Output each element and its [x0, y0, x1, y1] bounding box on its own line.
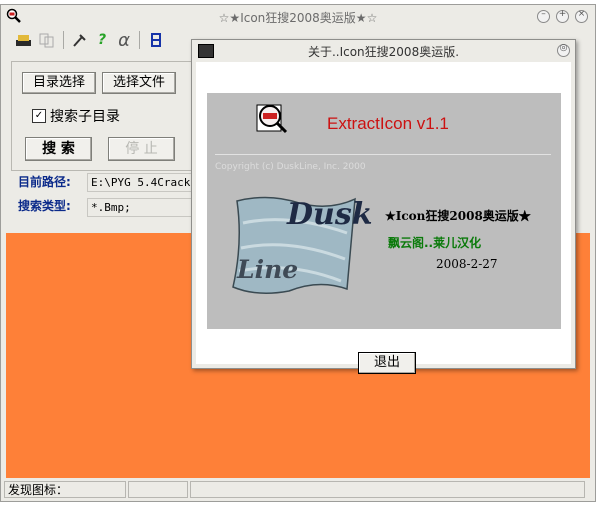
include-subdirs-checkbox[interactable]: ✓	[32, 109, 46, 123]
close-icon[interactable]: ×	[575, 9, 588, 23]
status-bar: 发现图标：	[1, 479, 595, 501]
duskline-logo: Dusk Line	[229, 193, 373, 300]
copyright-text: Copyright (c) DuskLine, Inc. 2000	[215, 162, 366, 172]
logo-word-dusk: Dusk	[287, 197, 373, 232]
about-dialog-title: 关于..Icon狂搜2008奥运版.	[307, 45, 460, 59]
search-type-field[interactable]: *.Bmp;	[87, 198, 193, 217]
main-titlebar[interactable]: ☆★Icon狂搜2008奥运版★☆ – + ×	[1, 5, 595, 27]
current-path-field[interactable]: E:\PYG 5.4Cracker	[87, 173, 193, 192]
copy-icon[interactable]	[38, 31, 56, 49]
maximize-icon[interactable]: +	[556, 9, 569, 23]
banner-divider	[215, 154, 551, 155]
exit-button[interactable]: 退出	[358, 352, 416, 374]
open-icon[interactable]	[15, 31, 33, 49]
about-banner: ExtractIcon v1.1 Copyright (c) DuskLine,…	[207, 93, 561, 329]
release-date: 2008-2-27	[436, 257, 498, 271]
about-dialog: 关于..Icon狂搜2008奥运版. ◎ ExtractIcon v1.1 Co…	[191, 39, 576, 374]
main-window-title: ☆★Icon狂搜2008奥运版★☆	[218, 11, 378, 25]
minimize-icon[interactable]: –	[537, 9, 550, 23]
about-dialog-titlebar[interactable]: 关于..Icon狂搜2008奥运版. ◎	[192, 40, 575, 60]
search-type-label: 搜索类型:	[18, 199, 71, 213]
toolbar-separator	[63, 31, 64, 49]
select-file-button[interactable]: 选择文件	[102, 72, 176, 94]
status-count	[128, 481, 188, 498]
toolbar-separator	[139, 31, 140, 49]
search-button[interactable]: 搜 索	[25, 137, 92, 161]
status-extra	[190, 481, 585, 498]
dialog-close-icon[interactable]: ◎	[557, 43, 570, 57]
select-dir-button[interactable]: 目录选择	[22, 72, 96, 94]
search-options-panel: 目录选择 选择文件 ✓ 搜索子目录 搜 索 停 止	[11, 61, 193, 171]
include-subdirs-label: 搜索子目录	[50, 109, 120, 125]
logo-word-line: Line	[237, 255, 299, 284]
app-name: ExtractIcon v1.1	[327, 114, 449, 133]
stop-button[interactable]: 停 止	[108, 137, 175, 161]
main-toolbar: ? α	[5, 29, 185, 51]
about-dialog-body: ExtractIcon v1.1 Copyright (c) DuskLine,…	[196, 62, 571, 374]
found-icons-label: 发现图标：	[4, 481, 126, 498]
alpha-icon[interactable]: α	[115, 30, 133, 51]
info-icon[interactable]	[147, 31, 165, 49]
localizer-text: 飘云阁..莱儿汉化	[388, 236, 482, 250]
edition-text: ★Icon狂搜2008奥运版★	[385, 209, 531, 223]
extract-icon-logo	[255, 101, 289, 138]
settings-icon[interactable]	[70, 31, 88, 49]
current-path-label: 目前路径:	[18, 175, 71, 189]
help-icon[interactable]: ?	[93, 31, 111, 49]
